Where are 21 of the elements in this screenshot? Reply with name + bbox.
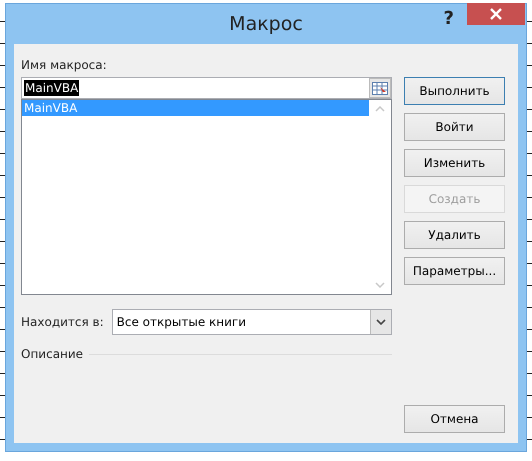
dialog-button[interactable]: Параметры... xyxy=(404,257,505,285)
chevron-down-icon xyxy=(376,319,386,325)
dialog-button[interactable]: Изменить xyxy=(404,149,505,177)
dialog-button[interactable]: Войти xyxy=(404,113,505,141)
range-picker-button[interactable] xyxy=(369,78,391,98)
dialog-button[interactable]: Выполнить xyxy=(404,77,505,105)
close-button[interactable] xyxy=(467,3,525,25)
scroll-down-icon xyxy=(375,282,385,288)
window-title: Макрос xyxy=(229,13,303,35)
location-label: Находится в: xyxy=(21,315,104,329)
scroll-up-icon xyxy=(375,106,385,112)
dropdown-button[interactable] xyxy=(370,310,391,334)
dialog-button[interactable]: Удалить xyxy=(404,221,505,249)
cancel-button[interactable]: Отмена xyxy=(404,405,505,433)
range-picker-icon xyxy=(372,82,388,94)
macro-name-label: Имя макроса: xyxy=(21,58,108,72)
description-label: Описание xyxy=(21,347,84,361)
macro-name-field[interactable]: MainVBA xyxy=(21,77,392,99)
help-button[interactable]: ? xyxy=(444,8,454,29)
close-icon xyxy=(490,8,502,20)
location-dropdown[interactable]: Все открытые книги xyxy=(112,309,392,335)
